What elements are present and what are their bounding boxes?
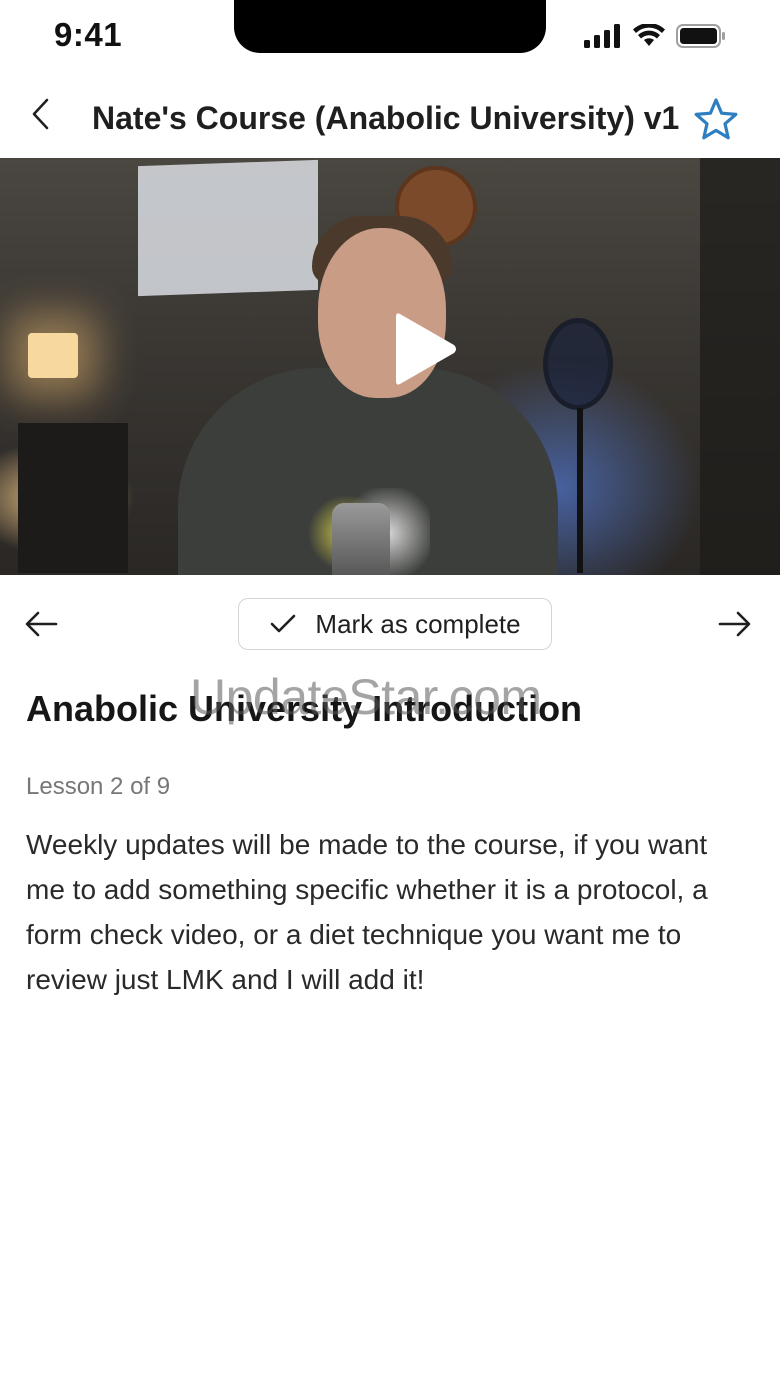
mark-complete-label: Mark as complete [315,608,521,639]
arrow-left-icon [25,611,58,637]
lesson-video[interactable] [0,158,780,575]
video-scene-table [18,423,128,573]
lesson-navigation: Mark as complete [0,598,780,652]
cellular-signal-icon [584,24,620,48]
video-scene-banner [138,159,318,297]
back-button[interactable] [20,92,60,136]
status-bar: 9:41 [0,0,780,78]
video-microphone [332,503,390,575]
lesson-title: Anabolic University Introduction [26,688,583,729]
play-button[interactable] [390,308,460,390]
previous-lesson-button[interactable] [22,608,62,640]
video-scene-fan [543,318,613,410]
play-icon [396,313,456,385]
lesson-description: Weekly updates will be made to the cours… [26,829,708,995]
mark-complete-button[interactable]: Mark as complete [238,598,552,650]
check-icon [271,614,296,633]
chevron-left-icon [32,98,49,130]
wifi-icon [633,24,665,46]
course-header: Nate's Course (Anabolic University) v1 [0,78,780,158]
status-time: 9:41 [54,16,123,53]
device-notch [234,0,546,53]
video-scene-fan-pole [577,408,583,573]
course-title: Nate's Course (Anabolic University) v1 [92,100,680,136]
status-icons [584,24,726,48]
next-lesson-button[interactable] [714,608,754,640]
video-scene-shelf [700,158,780,575]
star-outline-icon [694,98,738,140]
arrow-right-icon [718,611,751,637]
video-scene-lamp [28,333,78,378]
favorite-button[interactable] [692,96,740,144]
battery-icon [676,24,725,48]
lesson-counter: Lesson 2 of 9 [26,773,171,800]
